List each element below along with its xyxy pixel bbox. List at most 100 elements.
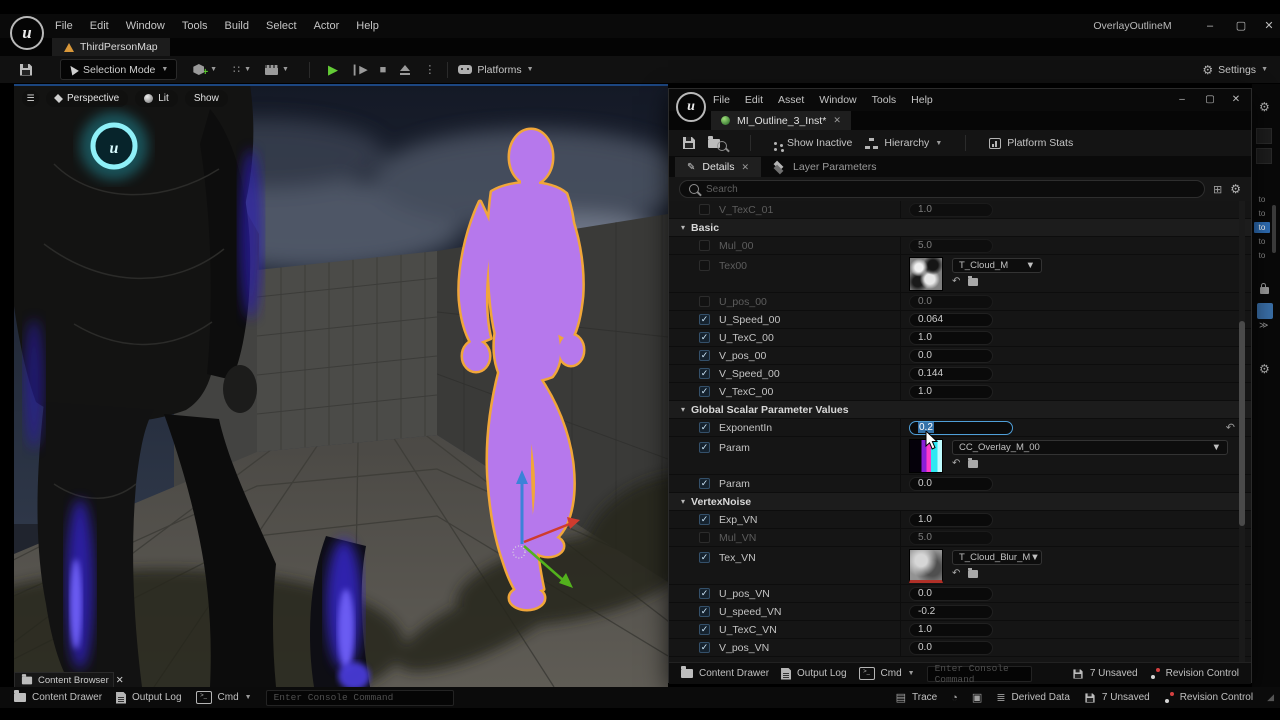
asset-dropdown[interactable]: T_Cloud_M ▼	[952, 258, 1042, 273]
menu-item-file[interactable]: File	[713, 94, 730, 106]
browse-to-asset-icon[interactable]	[968, 275, 979, 286]
add-actor-button[interactable]: + ▼	[193, 61, 217, 78]
browse-to-asset-button[interactable]	[708, 135, 727, 151]
value-input[interactable]: 0.0	[909, 348, 993, 363]
clock-icon[interactable]: ◔	[951, 692, 958, 704]
value-input[interactable]: 1.0	[909, 202, 993, 217]
use-selected-asset-icon[interactable]: ↶	[952, 276, 960, 287]
use-selected-asset-icon[interactable]: ↶	[952, 568, 960, 579]
asset-dropdown[interactable]: CC_Overlay_M_00 ▼	[952, 440, 1228, 455]
override-checkbox[interactable]: ✓	[699, 332, 710, 343]
gear-icon[interactable]: ⚙	[1230, 182, 1241, 196]
lock-icon[interactable]	[1260, 283, 1269, 294]
mat-window-title-bar[interactable]: File Edit Asset Window Tools Help – ▢ ✕	[669, 89, 1251, 111]
param-row-v-pos-vn[interactable]: ✓ V_pos_VN 0.0	[669, 639, 1251, 657]
settings-button[interactable]: ⚙ Settings ▼	[1202, 56, 1268, 83]
play-button[interactable]: ▶	[328, 62, 338, 78]
value-input[interactable]: -0.2	[909, 604, 993, 619]
override-checkbox[interactable]: ✓	[699, 368, 710, 379]
close-icon[interactable]: ✕	[833, 115, 841, 126]
gear-icon[interactable]: ⚙	[1259, 362, 1270, 376]
browse-to-asset-icon[interactable]	[968, 567, 979, 578]
category-vertexnoise[interactable]: ▾ VertexNoise	[669, 493, 1251, 511]
level-viewport[interactable]: u ☰ Perspective Lit Show	[14, 84, 668, 687]
close-icon[interactable]: ✕	[1223, 89, 1249, 111]
save-icon[interactable]	[683, 137, 695, 149]
menu-item-edit[interactable]: Edit	[745, 94, 763, 106]
param-row-mul-00[interactable]: Mul_00 5.0	[669, 237, 1251, 255]
collapse-arrow-icon[interactable]: ▾	[681, 223, 685, 232]
eject-button[interactable]	[400, 65, 411, 75]
param-row-exp-vn[interactable]: ✓ Exp_VN 1.0	[669, 511, 1251, 529]
override-checkbox[interactable]: ✓	[699, 442, 710, 453]
override-checkbox[interactable]: ✓	[699, 606, 710, 617]
collapse-arrow-icon[interactable]: ▾	[681, 497, 685, 506]
param-row-v-speed-00[interactable]: ✓ V_Speed_00 0.144	[669, 365, 1251, 383]
override-checkbox[interactable]	[699, 240, 710, 251]
background-list-item[interactable]: to	[1254, 194, 1270, 205]
value-input[interactable]: 5.0	[909, 530, 993, 545]
menu-item-actor[interactable]: Actor	[314, 20, 340, 32]
menu-item-edit[interactable]: Edit	[90, 20, 109, 32]
override-checkbox[interactable]	[699, 260, 710, 271]
stop-button[interactable]: ■	[380, 64, 387, 76]
value-input[interactable]: 5.0	[909, 238, 993, 253]
value-input[interactable]: 0.0	[909, 640, 993, 655]
category-basic[interactable]: ▾ Basic	[669, 219, 1251, 237]
menu-item-help[interactable]: Help	[356, 20, 379, 32]
override-checkbox[interactable]	[699, 296, 710, 307]
menu-item-tools[interactable]: Tools	[182, 20, 208, 32]
revision-control-button[interactable]: Revision Control	[1164, 692, 1253, 703]
override-checkbox[interactable]: ✓	[699, 350, 710, 361]
param-row-param[interactable]: ✓ Param CC_Overlay_M_00 ▼ ↶	[669, 437, 1251, 475]
minimize-icon[interactable]: –	[1169, 89, 1195, 111]
param-row-v-texc-01[interactable]: V_TexC_01 1.0	[669, 201, 1251, 219]
platform-stats-button[interactable]: Platform Stats	[989, 137, 1073, 149]
viewport-options-button[interactable]: ☰	[22, 90, 39, 107]
skip-button[interactable]: ❙▶	[350, 63, 368, 76]
override-checkbox[interactable]: ✓	[699, 624, 710, 635]
use-selected-asset-icon[interactable]: ↶	[952, 458, 960, 469]
restore-icon[interactable]: ▢	[1227, 14, 1255, 38]
param-row-param[interactable]: ✓ Param 0.0	[669, 475, 1251, 493]
param-row-u-pos-vn[interactable]: ✓ U_pos_VN 0.0	[669, 585, 1251, 603]
menu-item-window[interactable]: Window	[126, 20, 165, 32]
scrollbar-thumb[interactable]	[1239, 321, 1245, 526]
param-row-mul-vn[interactable]: Mul_VN 5.0	[669, 529, 1251, 547]
unsaved-button[interactable]: 7 Unsaved	[1072, 668, 1138, 680]
reset-to-default-button[interactable]: ↶	[1226, 421, 1235, 434]
override-checkbox[interactable]: ✓	[699, 422, 710, 433]
tab-details[interactable]: ✎ Details ✕	[675, 157, 762, 177]
save-icon[interactable]	[20, 63, 32, 76]
background-list-item[interactable]: to	[1254, 250, 1270, 261]
background-list-item[interactable]: to	[1254, 208, 1270, 219]
value-input[interactable]: 1.0	[909, 384, 993, 399]
expand-arrows-icon[interactable]: ≫	[1259, 320, 1268, 331]
param-row-exponentin[interactable]: ✓ ExponentIn 0.2 ↶	[669, 419, 1251, 437]
console-input[interactable]: Enter Console Command	[265, 689, 454, 706]
cmd-button[interactable]: >_ Cmd ▼	[858, 667, 915, 680]
menu-item-file[interactable]: File	[55, 20, 73, 32]
background-list-item[interactable]: to	[1254, 222, 1270, 233]
param-row-u-texc-00[interactable]: ✓ U_TexC_00 1.0	[669, 329, 1251, 347]
menu-item-select[interactable]: Select	[266, 20, 297, 32]
output-log-button[interactable]: Output Log	[116, 691, 182, 704]
close-icon[interactable]: ✕	[742, 162, 750, 173]
gear-icon[interactable]: ⚙	[1259, 100, 1270, 114]
menu-item-help[interactable]: Help	[911, 94, 933, 106]
param-row-tex00[interactable]: Tex00 T_Cloud_M ▼ ↶	[669, 255, 1251, 293]
param-row-u-speed-vn[interactable]: ✓ U_speed_VN -0.2	[669, 603, 1251, 621]
console-input[interactable]: Enter Console Command	[926, 663, 1032, 685]
cmd-button[interactable]: >_ Cmd ▼	[195, 691, 252, 704]
blueprints-button[interactable]: ∷ ▼	[233, 63, 251, 76]
play-options-icon[interactable]: ⋮	[424, 63, 435, 76]
value-input[interactable]: 0.144	[909, 366, 993, 381]
value-input[interactable]: 0.064	[909, 312, 993, 327]
menu-item-build[interactable]: Build	[225, 20, 249, 32]
hierarchy-button[interactable]: Hierarchy ▼	[865, 137, 942, 149]
value-input[interactable]: 1.0	[909, 622, 993, 637]
tab-layer-parameters[interactable]: Layer Parameters	[761, 157, 888, 177]
snapshot-icon[interactable]: ▣	[972, 691, 982, 704]
value-input[interactable]: 0.0	[909, 586, 993, 601]
panel-button[interactable]	[1256, 148, 1272, 164]
